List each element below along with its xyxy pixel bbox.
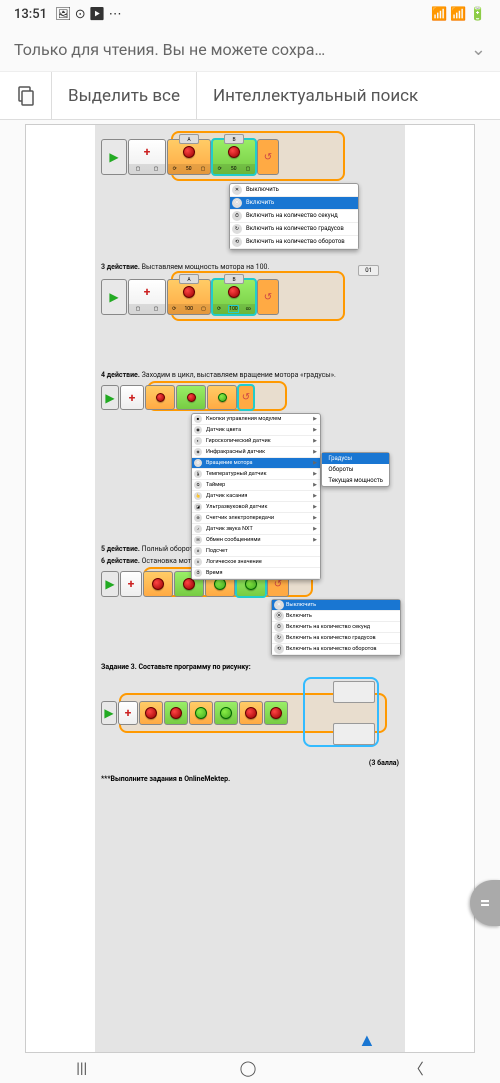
power-val: 100 (229, 306, 237, 312)
menu-item[interactable]: ◪Ультразвуковой датчик▶ (192, 502, 320, 513)
menu-item[interactable]: ◐Гироскопический датчик▶ (192, 436, 320, 447)
menu-item[interactable]: ⏲Таймер▶ (192, 480, 320, 491)
motor-c-block (207, 385, 237, 410)
motor-a-block (145, 385, 175, 410)
start-block (101, 701, 117, 725)
block-6 (264, 701, 288, 725)
program-chain-3: + ■Кнопки управления модулем▶◉Датчик цве… (101, 383, 399, 413)
step-3-text: 3 действие. Выставляем мощность мотора н… (101, 263, 399, 271)
menu-item[interactable]: ⚙Вращение мотора▶ (192, 458, 320, 469)
start-block (101, 385, 119, 410)
motor-b-block: B ⟳100∞ (212, 279, 256, 315)
footer-note: ***Выполните задания в OnlineMektep. (101, 775, 399, 783)
sensor-menu[interactable]: ■Кнопки управления модулем▶◉Датчик цвета… (191, 413, 321, 580)
menu-item[interactable]: ⏱Время (192, 568, 320, 579)
menu-item[interactable]: ⦿Включить (230, 197, 358, 210)
program-chain-task3: + (101, 679, 399, 757)
loop-end-block (238, 385, 254, 410)
start-block (101, 139, 127, 175)
recents-button[interactable]: ||| (76, 1059, 87, 1077)
document-page: +▢▢ A ⟳50▢ B ⟳50▢ ✕Выключить⦿Включить⏱Вк… (25, 124, 475, 1053)
menu-item[interactable]: ✉Обмен сообщениями▶ (192, 535, 320, 546)
home-button[interactable]: ◯ (240, 1059, 257, 1077)
power-val: 100 (185, 306, 193, 312)
menu-item[interactable]: ⟲Включить на количество оборотов (272, 644, 400, 655)
submenu-item[interactable]: Градусы (322, 453, 389, 464)
port-tab-b: B (224, 274, 244, 284)
start-block (101, 279, 127, 315)
rotation-submenu[interactable]: ГрадусыОборотыТекущая мощность (321, 452, 390, 487)
menu-item[interactable]: ↻Включить на количество градусов (272, 633, 400, 644)
motor-a-block: A ⟳100▢ (167, 279, 211, 315)
branch-bottom (333, 723, 375, 745)
block-3 (189, 701, 213, 725)
readonly-text: Только для чтения. Вы не можете сохра… (14, 40, 461, 59)
copy-icon[interactable] (0, 72, 52, 119)
toolbar: Выделить все Интеллектуальный поиск (0, 72, 500, 120)
menu-item[interactable]: ⏱Включить на количество секунд (230, 210, 358, 223)
menu-item[interactable]: ✕Выключить (230, 184, 358, 197)
plus-block: +▢▢ (128, 279, 166, 315)
menu-item[interactable]: ♪Датчик звука NXT▶ (192, 524, 320, 535)
motor-a-block: A ⟳50▢ (167, 139, 211, 175)
status-app-icons: 🖼 ⊙ ▶ ⋯ (55, 7, 122, 22)
block-5 (239, 701, 263, 725)
menu-item[interactable]: ◈Инфракрасный датчик▶ (192, 447, 320, 458)
start-block (101, 571, 119, 597)
android-nav-bar: ||| ◯ 〈 (0, 1053, 500, 1083)
plus-block: + (118, 701, 138, 725)
program-chain-1: +▢▢ A ⟳50▢ B ⟳50▢ ✕Выключить⦿Включить⏱Вк… (101, 135, 399, 197)
submenu-item[interactable]: Текущая мощность (322, 475, 389, 486)
menu-item[interactable]: ⟲Включить на количество оборотов (230, 236, 358, 249)
menu-item[interactable]: ↻Включить на количество градусов (230, 223, 358, 236)
loop-end-block (257, 139, 279, 175)
menu-item[interactable]: ⏱Включить на количество секунд (272, 622, 400, 633)
step-4-text: 4 действие. Заходим в цикл, выставляем в… (101, 371, 399, 379)
program-chain-2: 01 +▢▢ A ⟳100▢ B ⟳100∞ (101, 275, 399, 325)
motor-mode-menu[interactable]: ✕Выключить⦿Включить⏱Включить на количест… (229, 183, 359, 250)
status-bar: 13:51 🖼 ⊙ ▶ ⋯ 📶 📶 🔋 (0, 0, 500, 28)
motor-b-block (176, 385, 206, 410)
block-4 (214, 701, 238, 725)
task-3-title: Задание 3. Составьте программу по рисунк… (101, 663, 399, 671)
motor-b-block: B ⟳50▢ (212, 139, 256, 175)
menu-item[interactable]: ◉Датчик цвета▶ (192, 425, 320, 436)
loop-end-block (257, 279, 279, 315)
plus-block: + (120, 571, 142, 597)
select-all-button[interactable]: Выделить все (52, 72, 197, 119)
plus-block: + (120, 385, 144, 410)
submenu-item[interactable]: Обороты (322, 464, 389, 475)
menu-item[interactable]: ⊕Счетчик электропередачи▶ (192, 513, 320, 524)
clock: 13:51 (14, 7, 47, 22)
menu-item[interactable]: #Подсчет (192, 546, 320, 557)
motor-a-block (143, 571, 173, 597)
power-val: 50 (231, 166, 237, 172)
plus-block: +▢▢ (128, 139, 166, 175)
port-tab-a: A (179, 134, 199, 144)
back-button[interactable]: 〈 (409, 1058, 424, 1079)
block-2 (164, 701, 188, 725)
status-system-icons: 📶 📶 🔋 (431, 7, 486, 22)
readonly-banner[interactable]: Только для чтения. Вы не можете сохра… ⌄ (0, 28, 500, 72)
port-tab-a: A (179, 274, 199, 284)
document-viewport[interactable]: +▢▢ A ⟳50▢ B ⟳50▢ ✕Выключить⦿Включить⏱Вк… (0, 120, 500, 1053)
menu-item[interactable]: ⦿Включить (272, 611, 400, 622)
page-content: +▢▢ A ⟳50▢ B ⟳50▢ ✕Выключить⦿Включить⏱Вк… (95, 125, 405, 1052)
menu-item[interactable]: 👆Датчик касания▶ (192, 491, 320, 502)
menu-item[interactable]: ■Кнопки управления модулем▶ (192, 414, 320, 425)
smart-search-button[interactable]: Интеллектуальный поиск (197, 72, 500, 119)
menu-item[interactable]: ∧Логическое значение (192, 557, 320, 568)
score-3: (3 балла) (101, 759, 399, 767)
chevron-down-icon[interactable]: ⌄ (461, 39, 486, 60)
motor-off-menu[interactable]: ✕Выключить⦿Включить⏱Включить на количест… (271, 599, 401, 656)
power-val: 50 (186, 166, 192, 172)
menu-item[interactable]: ✕Выключить (272, 600, 400, 611)
port-tab-b: B (224, 134, 244, 144)
block-1 (139, 701, 163, 725)
menu-item[interactable]: 🌡Температурный датчик▶ (192, 469, 320, 480)
